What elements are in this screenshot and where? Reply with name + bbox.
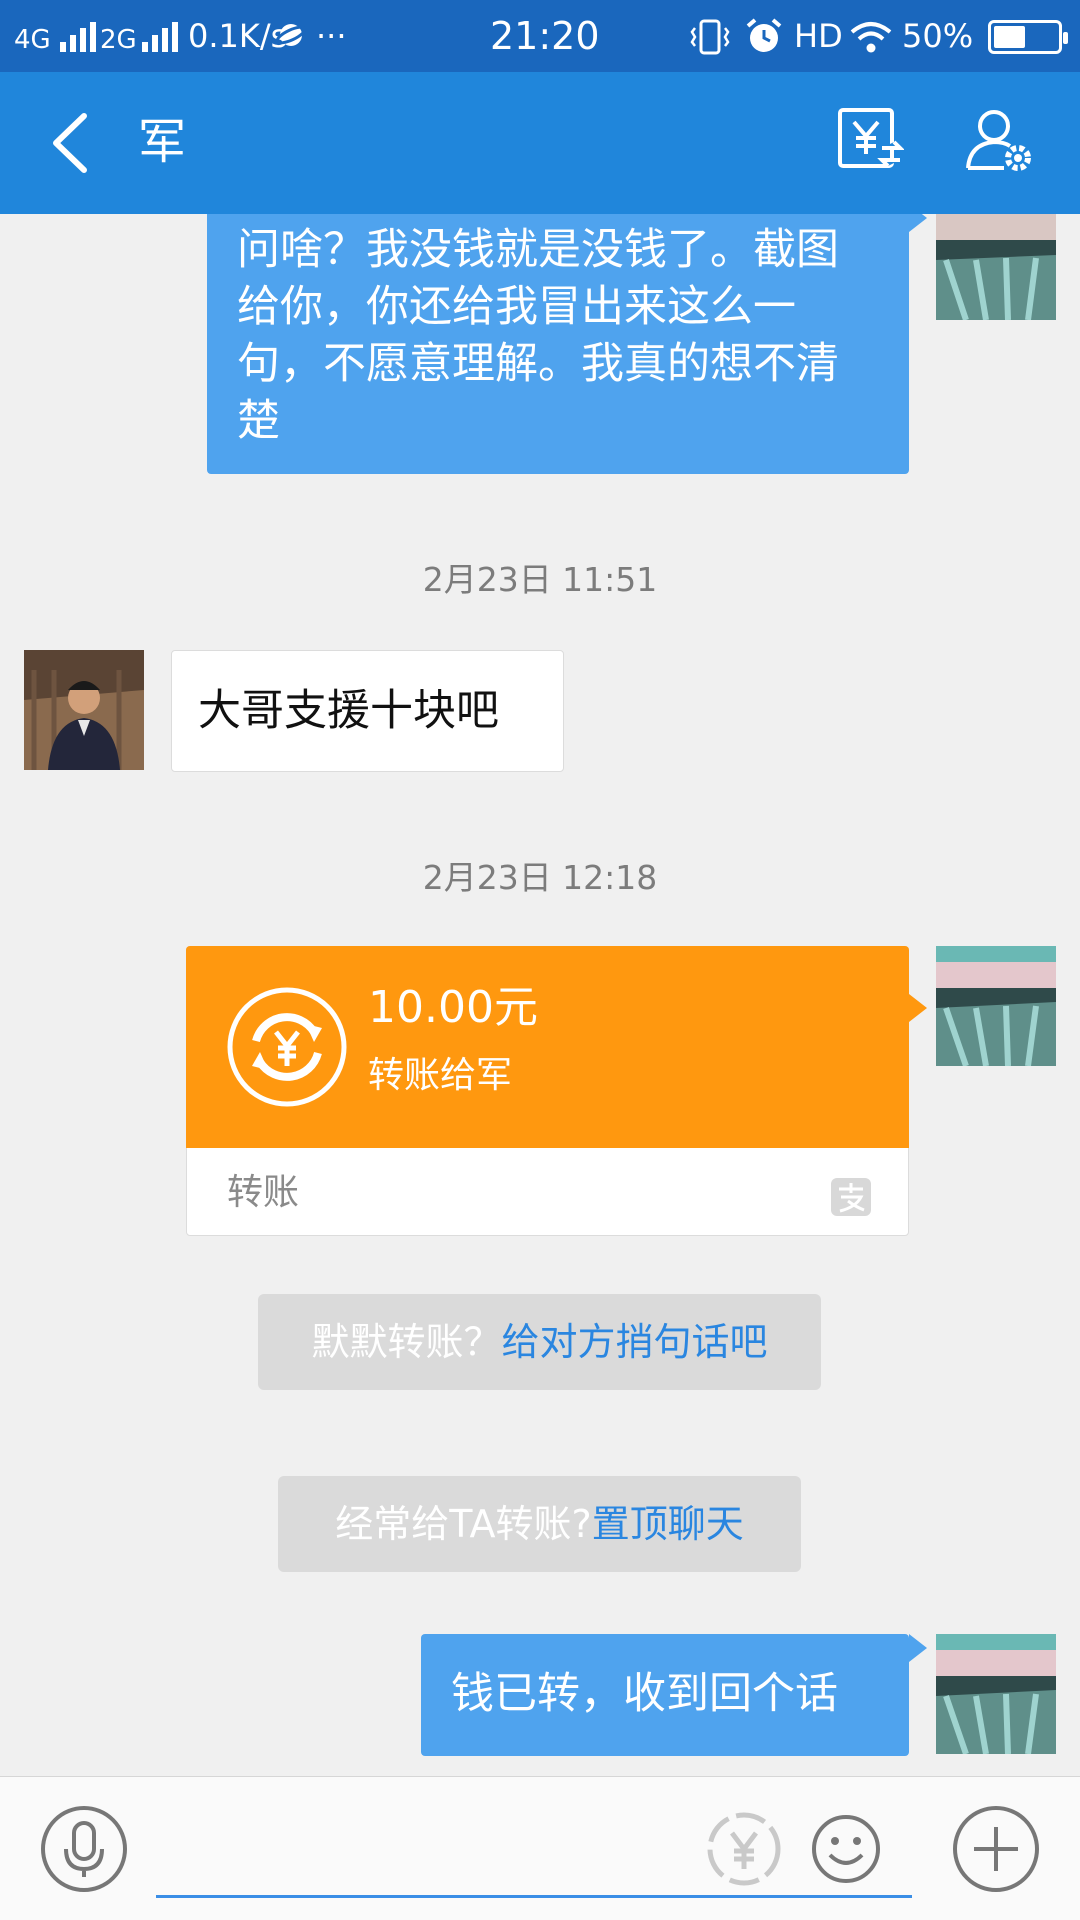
outgoing-message-bubble[interactable]: 问啥？我没钱就是没钱了。截图给你，你还给我冒出来这么一句，不愿意理解。我真的想不… <box>207 214 927 474</box>
send-a-note-link[interactable]: 给对方捎句话吧 <box>502 1320 768 1364</box>
system-hint-text: 默默转账？ <box>311 1320 502 1364</box>
transfer-yen-icon[interactable] <box>836 106 904 174</box>
system-hint-message: 经常给TA转账?置顶聊天 <box>278 1476 801 1572</box>
wifi-icon <box>850 22 892 53</box>
my-avatar[interactable] <box>936 214 1056 320</box>
network-speed: 0.1K/s <box>188 17 288 55</box>
network-type-4g: 4G <box>14 25 51 55</box>
alipay-icon <box>831 1178 871 1216</box>
plus-icon[interactable] <box>952 1805 1040 1893</box>
microphone-icon[interactable] <box>40 1805 128 1893</box>
my-avatar[interactable] <box>936 1634 1056 1754</box>
signal-icon-1 <box>60 22 96 52</box>
my-avatar[interactable] <box>936 946 1056 1066</box>
message-text: 问啥？我没钱就是没钱了。截图给你，你还给我冒出来这么一句，不愿意理解。我真的想不… <box>237 225 839 446</box>
more-indicator: ··· <box>316 17 347 55</box>
contact-avatar[interactable] <box>24 650 144 770</box>
smiley-icon[interactable] <box>810 1813 882 1885</box>
chevron-left-icon[interactable] <box>42 110 102 176</box>
planet-icon <box>276 24 306 46</box>
vibrate-icon <box>690 19 730 55</box>
transfer-yen-icon <box>227 987 347 1107</box>
battery-level <box>994 26 1025 48</box>
transfer-card[interactable]: 10.00元 转账给军 转账 <box>186 946 927 1236</box>
battery-icon <box>988 20 1068 54</box>
transfer-label: 转账 <box>227 1172 300 1213</box>
message-text: 钱已转，收到回个话 <box>451 1669 838 1719</box>
transfer-description: 转账给军 <box>368 1055 513 1096</box>
chat-title: 军 <box>138 114 187 170</box>
message-text: 大哥支援十块吧 <box>198 686 499 736</box>
timestamp: 2月23日 12:18 <box>422 858 658 897</box>
incoming-message-bubble[interactable]: 大哥支援十块吧 <box>171 650 564 772</box>
pin-chat-link[interactable]: 置顶聊天 <box>592 1502 744 1546</box>
outgoing-message-bubble[interactable]: 钱已转，收到回个话 <box>421 1634 927 1756</box>
signal-icon-2 <box>142 22 178 52</box>
yen-icon[interactable] <box>706 1811 782 1887</box>
input-bar <box>0 1776 1080 1920</box>
clock-time: 21:20 <box>490 14 600 58</box>
message-input[interactable] <box>156 1895 912 1898</box>
timestamp: 2月23日 11:51 <box>422 560 658 599</box>
chat-area[interactable]: 问啥？我没钱就是没钱了。截图给你，你还给我冒出来这么一句，不愿意理解。我真的想不… <box>0 214 1080 1776</box>
profile-settings-icon[interactable] <box>964 106 1034 176</box>
status-bar: 4G 2G 0.1K/s ··· 21:20 HD 50% <box>0 0 1080 72</box>
title-bar: 军 <box>0 72 1080 214</box>
transfer-amount: 10.00元 <box>368 982 538 1033</box>
battery-percent: 50% <box>902 17 974 55</box>
transfer-card-header: 10.00元 转账给军 <box>186 946 927 1148</box>
alarm-icon <box>746 18 782 52</box>
system-hint-text: 经常给TA转账? <box>335 1502 592 1546</box>
system-hint-message: 默默转账？给对方捎句话吧 <box>258 1294 821 1390</box>
network-type-2g: 2G <box>100 25 137 55</box>
hd-indicator: HD <box>794 17 843 55</box>
